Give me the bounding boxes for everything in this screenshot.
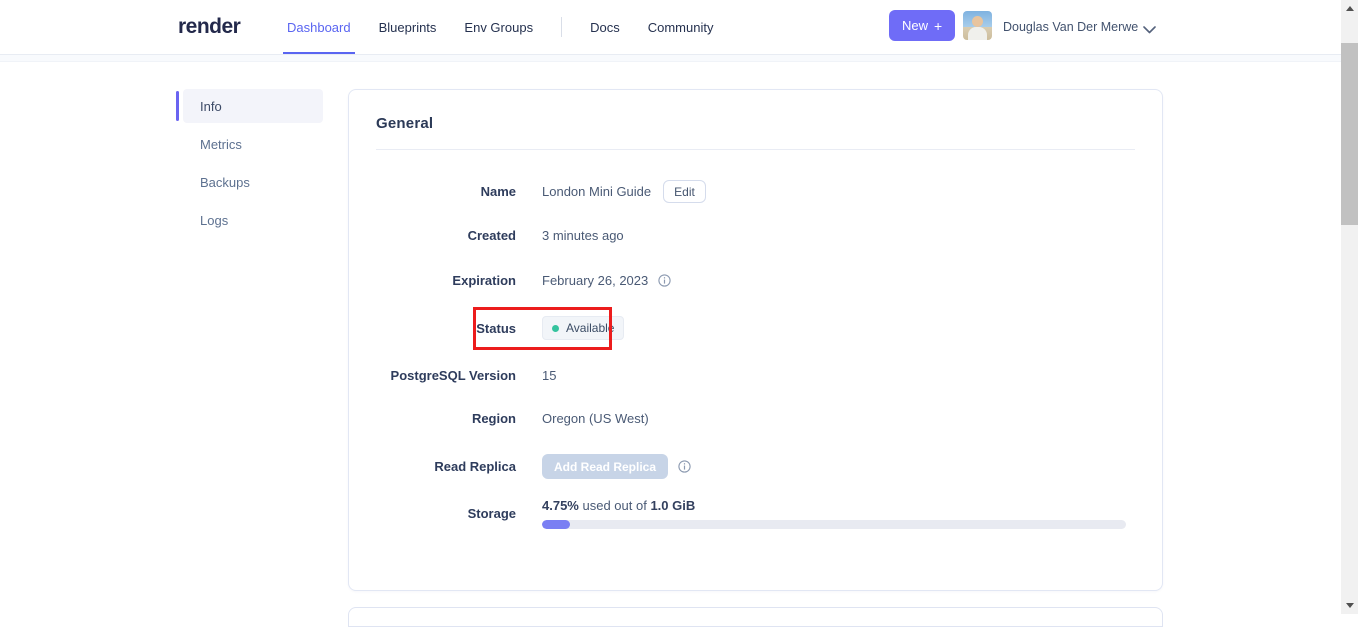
storage-percent: 4.75%	[542, 498, 579, 513]
storage-usage-text: 4.75% used out of 1.0 GiB	[542, 498, 696, 513]
sidebar-item-backups[interactable]: Backups	[183, 165, 323, 199]
storage-total: 1.0 GiB	[650, 498, 696, 513]
info-icon[interactable]	[658, 274, 671, 287]
status-dot-icon	[552, 324, 559, 332]
region-value: Oregon (US West)	[542, 411, 649, 426]
nav-blueprints[interactable]: Blueprints	[379, 0, 437, 54]
field-row-region: Region Oregon (US West)	[349, 411, 1162, 426]
name-value: London Mini Guide	[542, 184, 652, 199]
scrollbar-up-arrow[interactable]	[1341, 0, 1358, 17]
edit-name-button[interactable]: Edit	[663, 180, 706, 203]
render-logo[interactable]: render	[178, 0, 241, 54]
field-row-read-replica: Read Replica Add Read Replica	[349, 454, 1162, 479]
nav-community[interactable]: Community	[648, 0, 714, 54]
status-badge: Available	[542, 316, 625, 340]
add-read-replica-button[interactable]: Add Read Replica	[542, 454, 669, 479]
field-label: Storage	[467, 506, 516, 521]
field-label: Read Replica	[434, 459, 516, 474]
subheader-band	[0, 55, 1341, 62]
created-value: 3 minutes ago	[542, 228, 624, 243]
field-label: Created	[467, 228, 516, 243]
page-scrollbar[interactable]	[1341, 0, 1358, 614]
info-icon[interactable]	[678, 460, 691, 473]
nav-docs[interactable]: Docs	[590, 0, 620, 54]
nav-env-groups[interactable]: Env Groups	[464, 0, 533, 54]
field-row-version: PostgreSQL Version 15	[349, 368, 1162, 383]
field-label: Status	[476, 320, 516, 336]
expiration-value: February 26, 2023	[542, 273, 649, 288]
chevron-down-icon[interactable]	[1143, 21, 1156, 39]
field-label: PostgreSQL Version	[390, 368, 516, 383]
sidebar-item-info[interactable]: Info	[176, 89, 323, 123]
field-row-expiration: Expiration February 26, 2023	[349, 273, 1162, 288]
scrollbar-thumb[interactable]	[1341, 43, 1358, 225]
storage-progress-track	[542, 520, 1126, 529]
new-button[interactable]: New +	[889, 10, 956, 41]
service-sidebar: Info Metrics Backups Logs	[176, 89, 323, 241]
storage-progress-fill	[542, 520, 570, 529]
user-menu-name[interactable]: Douglas Van Der Merwe	[1003, 0, 1138, 54]
primary-nav: Dashboard Blueprints Env Groups Docs Com…	[283, 0, 741, 54]
top-navbar: render Dashboard Blueprints Env Groups D…	[0, 0, 1341, 55]
general-card: General Name London Mini Guide Edit Crea…	[348, 89, 1163, 591]
field-row-created: Created 3 minutes ago	[349, 228, 1162, 243]
field-label: Expiration	[452, 273, 516, 288]
field-row-status: Status Available	[349, 316, 1162, 340]
avatar[interactable]	[963, 11, 992, 40]
card-title: General	[376, 115, 434, 132]
version-value: 15	[542, 368, 557, 383]
nav-dashboard[interactable]: Dashboard	[283, 0, 355, 54]
field-row-name: Name London Mini Guide Edit	[349, 180, 1162, 203]
sidebar-item-logs[interactable]: Logs	[183, 203, 323, 237]
sidebar-item-metrics[interactable]: Metrics	[183, 127, 323, 161]
status-badge-label: Available	[566, 321, 615, 335]
field-label: Region	[471, 411, 516, 426]
card-divider	[376, 149, 1135, 150]
field-row-storage: Storage 4.75% used out of 1.0 GiB	[349, 498, 1162, 529]
next-card-top-edge	[348, 607, 1163, 627]
avatar-photo	[972, 16, 983, 27]
new-button-label: New	[902, 18, 929, 33]
plus-icon: +	[934, 17, 943, 34]
nav-divider	[561, 17, 563, 37]
scrollbar-down-arrow[interactable]	[1341, 597, 1358, 614]
field-label: Name	[480, 184, 516, 199]
